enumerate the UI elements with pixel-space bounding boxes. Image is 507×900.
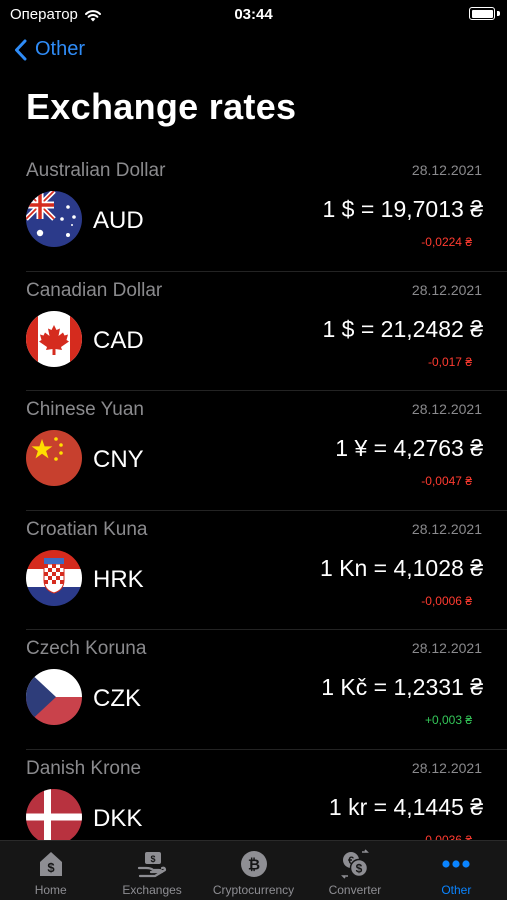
rate-row-czk[interactable]: Czech Koruna 28.12.2021 CZK 1 Kč = 1,233…	[0, 630, 507, 750]
rate-row-aud[interactable]: Australian Dollar 28.12.2021 AUD 1 $ = 1…	[0, 152, 507, 272]
rate-change: -0,0224 ₴	[421, 235, 472, 249]
rate-date: 28.12.2021	[411, 520, 482, 537]
tab-label: Cryptocurrency	[212, 883, 295, 897]
currency-name: Australian Dollar	[26, 160, 166, 181]
back-label: Other	[35, 38, 86, 60]
currency-code: AUD	[93, 207, 144, 234]
home-dollar-icon: $	[34, 847, 68, 881]
tab-other[interactable]: Other	[406, 841, 507, 900]
rate-row-dkk[interactable]: Danish Krone 28.12.2021 DKK 1 kr = 4,144…	[0, 750, 507, 842]
status-time: 03:44	[234, 6, 273, 23]
tab-label: Converter	[328, 883, 382, 897]
rate-date: 28.12.2021	[411, 162, 482, 178]
back-button[interactable]: Other	[14, 38, 85, 61]
rate-value: 1 kr = 4,1445 ₴	[328, 793, 483, 820]
china-flag-icon	[26, 430, 82, 486]
svg-text:$: $	[151, 854, 156, 864]
currency-name: Chinese Yuan	[26, 399, 144, 420]
rate-change: -0,0006 ₴	[421, 593, 472, 608]
croatia-flag-icon	[26, 549, 82, 606]
rate-row-hrk[interactable]: Croatian Kuna 28.12.2021 HRK 1 Kn = 4,10…	[0, 511, 507, 631]
rate-date: 28.12.2021	[411, 281, 482, 298]
rate-change: -0,0047 ₴	[421, 474, 472, 488]
tab-bar: $ Home $ Exchanges ₿ Cryptocurrency € $ …	[0, 840, 507, 900]
currency-code: CZK	[93, 685, 141, 712]
rate-change: +0,003 ₴	[424, 713, 472, 727]
currency-code: CAD	[93, 326, 144, 354]
currency-name: Canadian Dollar	[26, 279, 163, 301]
australia-flag-icon	[26, 191, 82, 247]
tab-label: Home	[34, 883, 67, 897]
battery-icon	[469, 7, 495, 20]
svg-text:$: $	[47, 860, 55, 875]
svg-text:$: $	[356, 862, 363, 876]
tab-exchanges[interactable]: $ Exchanges	[101, 841, 202, 900]
page-title: Exchange rates	[26, 86, 297, 127]
currency-code: HRK	[93, 565, 144, 593]
tab-home[interactable]: $ Home	[0, 841, 101, 900]
rate-value: 1 $ = 19,7013 ₴	[322, 196, 483, 222]
battery-cap	[497, 11, 500, 16]
rate-change: -0,017 ₴	[427, 354, 472, 369]
czech-flag-icon	[26, 669, 82, 725]
rate-value: 1 Kč = 1,2331 ₴	[321, 674, 483, 700]
bitcoin-icon: ₿	[237, 847, 271, 881]
currency-code: CNY	[93, 446, 144, 473]
currency-name: Czech Koruna	[26, 638, 147, 659]
tab-label: Exchanges	[122, 883, 182, 897]
rate-row-cad[interactable]: Canadian Dollar 28.12.2021 CAD 1 $ = 21,…	[0, 272, 507, 392]
tab-cryptocurrency[interactable]: ₿ Cryptocurrency	[203, 841, 304, 900]
rates-list[interactable]: Australian Dollar 28.12.2021 AUD 1 $ = 1…	[0, 152, 507, 842]
converter-coins-icon: € $	[338, 847, 372, 881]
more-dots-icon	[439, 847, 473, 881]
status-bar: Оператор 03:44	[0, 0, 507, 30]
rate-value: 1 Kn = 4,1028 ₴	[319, 554, 483, 581]
chevron-left-icon	[15, 39, 27, 60]
svg-text:₿: ₿	[247, 857, 259, 874]
denmark-flag-icon	[26, 788, 82, 842]
tab-converter[interactable]: € $ Converter	[304, 841, 405, 900]
rate-value: 1 $ = 21,2482 ₴	[322, 315, 483, 342]
canada-flag-icon	[26, 310, 82, 367]
tab-label: Other	[441, 883, 472, 897]
rate-date: 28.12.2021	[411, 640, 482, 656]
exchange-hand-icon: $	[135, 847, 169, 881]
currency-name: Croatian Kuna	[26, 518, 148, 540]
currency-code: DKK	[93, 804, 143, 832]
rate-row-cny[interactable]: Chinese Yuan 28.12.2021 CNY 1 ¥ = 4,2763…	[0, 391, 507, 511]
rate-value: 1 ¥ = 4,2763 ₴	[335, 435, 483, 461]
currency-name: Danish Krone	[26, 757, 142, 779]
rate-date: 28.12.2021	[411, 401, 482, 417]
rate-date: 28.12.2021	[411, 759, 482, 776]
